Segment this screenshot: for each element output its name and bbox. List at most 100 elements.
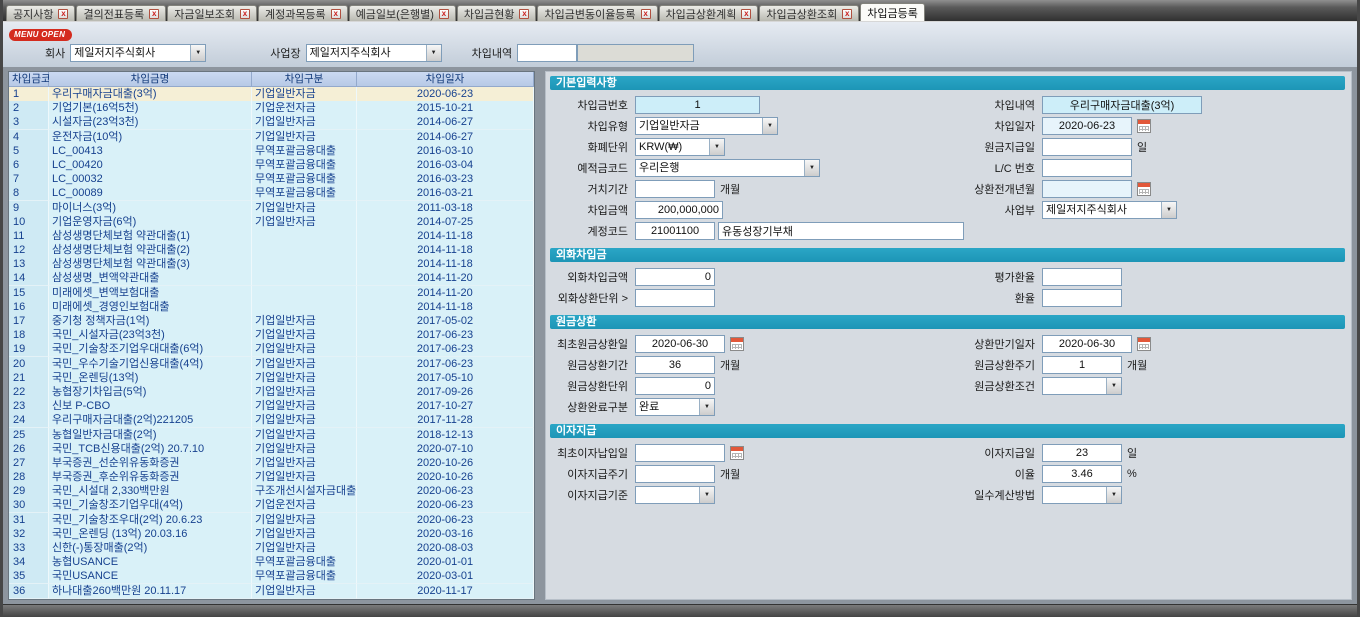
- grid-row[interactable]: 2기업기본(16억5천)기업운전자금2015-10-21: [9, 101, 534, 115]
- grid-row[interactable]: 11삼성생명단체보험 약관대출(1)2014-11-18: [9, 229, 534, 243]
- tab-10[interactable]: 차입금등록: [860, 3, 925, 21]
- lc-number-input[interactable]: [1042, 159, 1132, 177]
- grid-row[interactable]: 10기업운영자금(6억)기업일반자금2014-07-25: [9, 215, 534, 229]
- tab-7[interactable]: 차입금변동이율등록x: [537, 5, 657, 21]
- calendar-icon[interactable]: [730, 446, 744, 460]
- grid-row[interactable]: 26국민_TCB신용대출(2억) 20.7.10기업일반자금2020-07-10: [9, 442, 534, 456]
- fx-repay-unit-input[interactable]: [635, 289, 715, 307]
- account-code-input[interactable]: [635, 222, 715, 240]
- currency-select[interactable]: KRW(₩) ▼: [635, 138, 725, 156]
- loan-number-input[interactable]: [635, 96, 760, 114]
- repay-unit-input[interactable]: [635, 377, 715, 395]
- tab-close-icon[interactable]: x: [842, 9, 852, 19]
- deposit-code-select[interactable]: 우리은행 ▼: [635, 159, 820, 177]
- interest-basis-select[interactable]: ▼: [635, 486, 715, 504]
- interest-pay-day-input[interactable]: [1042, 444, 1122, 462]
- grid-row[interactable]: 12삼성생명단체보험 약관대출(2)2014-11-18: [9, 243, 534, 257]
- tab-close-icon[interactable]: x: [331, 9, 341, 19]
- grid-row[interactable]: 36하나대출260백만원 20.11.17기업일반자금2020-11-17: [9, 584, 534, 598]
- menu-open-button[interactable]: MENU OPEN: [9, 29, 72, 41]
- grid-row[interactable]: 30국민_기술창조기업우대(4억)기업운전자금2020-06-23: [9, 498, 534, 512]
- tab-3[interactable]: 자금일보조회x: [167, 5, 257, 21]
- tab-close-icon[interactable]: x: [149, 9, 159, 19]
- maturity-date-input[interactable]: [1042, 335, 1132, 353]
- interest-cycle-input[interactable]: [635, 465, 715, 483]
- column-header-name[interactable]: 차입금명: [49, 72, 252, 87]
- grid-row[interactable]: 8LC_00089무역포괄금융대출2016-03-21: [9, 186, 534, 200]
- calendar-icon[interactable]: [730, 337, 744, 351]
- tab-close-icon[interactable]: x: [519, 9, 529, 19]
- grid-row[interactable]: 29국민_시설대 2,330백만원구조개선시설자금대출2020-06-23: [9, 484, 534, 498]
- account-name-input[interactable]: [718, 222, 964, 240]
- tab-9[interactable]: 차입금상환조회x: [759, 5, 859, 21]
- tab-close-icon[interactable]: x: [240, 9, 250, 19]
- grid-row[interactable]: 18국민_시설자금(23억3천)기업일반자금2017-06-23: [9, 328, 534, 342]
- grid-row[interactable]: 34농협USANCE무역포괄금융대출2020-01-01: [9, 555, 534, 569]
- tab-6[interactable]: 차입금현황x: [457, 5, 537, 21]
- calendar-icon[interactable]: [1137, 182, 1151, 196]
- repay-period-input[interactable]: [635, 356, 715, 374]
- tab-5[interactable]: 예금일보(은행별)x: [349, 5, 456, 21]
- tab-2[interactable]: 결의전표등록x: [76, 5, 166, 21]
- tab-4[interactable]: 계정과목등록x: [258, 5, 348, 21]
- grid-row[interactable]: 25농협일반자금대출(2억)기업일반자금2018-12-13: [9, 428, 534, 442]
- site-select[interactable]: 제일저지주식회사 ▼: [306, 44, 442, 62]
- column-header-code[interactable]: 차입금코드: [9, 72, 49, 87]
- loan-date-input[interactable]: [1042, 117, 1132, 135]
- exchange-rate-input[interactable]: [1042, 289, 1122, 307]
- column-header-date[interactable]: 차입일자: [357, 72, 534, 87]
- tab-close-icon[interactable]: x: [741, 9, 751, 19]
- grid-row[interactable]: 1우리구매자금대출(3억)기업일반자금2020-06-23: [9, 87, 534, 101]
- grid-row[interactable]: 4운전자금(10억)기업일반자금2014-06-27: [9, 130, 534, 144]
- day-count-method-select[interactable]: ▼: [1042, 486, 1122, 504]
- grid-row[interactable]: 27부국증권_선순위유동화증권기업일반자금2020-10-26: [9, 456, 534, 470]
- grid-row[interactable]: 33신한(-)통장매출(2억)기업일반자금2020-08-03: [9, 541, 534, 555]
- grid-row[interactable]: 23신보 P-CBO기업일반자금2017-10-27: [9, 399, 534, 413]
- grid-row[interactable]: 17중기청 정책자금(1억)기업일반자금2017-05-02: [9, 314, 534, 328]
- first-interest-date-input[interactable]: [635, 444, 725, 462]
- grid-row[interactable]: 13삼성생명단체보험 약관대출(3)2014-11-18: [9, 257, 534, 271]
- grid-row[interactable]: 32국민_온렌딩 (13억) 20.03.16기업일반자금2020-03-16: [9, 527, 534, 541]
- tab-close-icon[interactable]: x: [58, 9, 68, 19]
- tab-8[interactable]: 차입금상환계획x: [659, 5, 759, 21]
- grid-row[interactable]: 21국민_온렌딩(13억)기업일반자금2017-05-10: [9, 371, 534, 385]
- grid-row[interactable]: 3시설자금(23억3천)기업일반자금2014-06-27: [9, 115, 534, 129]
- pre-repay-ym-input[interactable]: [1042, 180, 1132, 198]
- repay-complete-select[interactable]: 완료 ▼: [635, 398, 715, 416]
- tab-close-icon[interactable]: x: [641, 9, 651, 19]
- column-header-type[interactable]: 차입구분: [252, 72, 357, 87]
- grid-row[interactable]: 5LC_00413무역포괄금융대출2016-03-10: [9, 144, 534, 158]
- grid-row[interactable]: 35국민USANCE무역포괄금융대출2020-03-01: [9, 569, 534, 583]
- grid-row[interactable]: 15미래에셋_변액보험대출2014-11-20: [9, 286, 534, 300]
- calendar-icon[interactable]: [1137, 119, 1151, 133]
- grid-row[interactable]: 6LC_00420무역포괄금융대출2016-03-04: [9, 158, 534, 172]
- loan-description-input[interactable]: [1042, 96, 1202, 114]
- loan-search-input-secondary[interactable]: [577, 44, 694, 62]
- fx-amount-input[interactable]: [635, 268, 715, 286]
- calendar-icon[interactable]: [1137, 337, 1151, 351]
- grid-row[interactable]: 28부국증권_후순위유동화증권기업일반자금2020-10-26: [9, 470, 534, 484]
- repay-cycle-input[interactable]: [1042, 356, 1122, 374]
- grid-row[interactable]: 7LC_00032무역포괄금융대출2016-03-23: [9, 172, 534, 186]
- division-select[interactable]: 제일저지주식회사 ▼: [1042, 201, 1177, 219]
- loan-search-input[interactable]: [517, 44, 577, 62]
- eval-rate-input[interactable]: [1042, 268, 1122, 286]
- company-select[interactable]: 제일저지주식회사 ▼: [70, 44, 206, 62]
- loan-amount-input[interactable]: [635, 201, 723, 219]
- tab-close-icon[interactable]: x: [439, 9, 449, 19]
- grid-row[interactable]: 14삼성생명_변액약관대출2014-11-20: [9, 271, 534, 285]
- grid-row[interactable]: 31국민_기술창조우대(2억) 20.6.23기업일반자금2020-06-23: [9, 513, 534, 527]
- grace-period-input[interactable]: [635, 180, 715, 198]
- grid-row[interactable]: 19국민_기술창조기업우대대출(6억)기업일반자금2017-06-23: [9, 342, 534, 356]
- grid-row[interactable]: 9마이너스(3억)기업일반자금2011-03-18: [9, 201, 534, 215]
- loan-type-select[interactable]: 기업일반자금 ▼: [635, 117, 778, 135]
- grid-row[interactable]: 24우리구매자금대출(2억)221205기업일반자금2017-11-28: [9, 413, 534, 427]
- first-repay-date-input[interactable]: [635, 335, 725, 353]
- grid-row[interactable]: 22농협장기차입금(5억)기업일반자금2017-09-26: [9, 385, 534, 399]
- grid-row[interactable]: 20국민_우수기술기업신용대출(4억)기업일반자금2017-06-23: [9, 357, 534, 371]
- principal-pay-day-input[interactable]: [1042, 138, 1132, 156]
- tab-1[interactable]: 공지사항x: [6, 5, 75, 21]
- interest-rate-input[interactable]: [1042, 465, 1122, 483]
- repay-condition-select[interactable]: ▼: [1042, 377, 1122, 395]
- grid-row[interactable]: 16미래에셋_경영인보험대출2014-11-18: [9, 300, 534, 314]
